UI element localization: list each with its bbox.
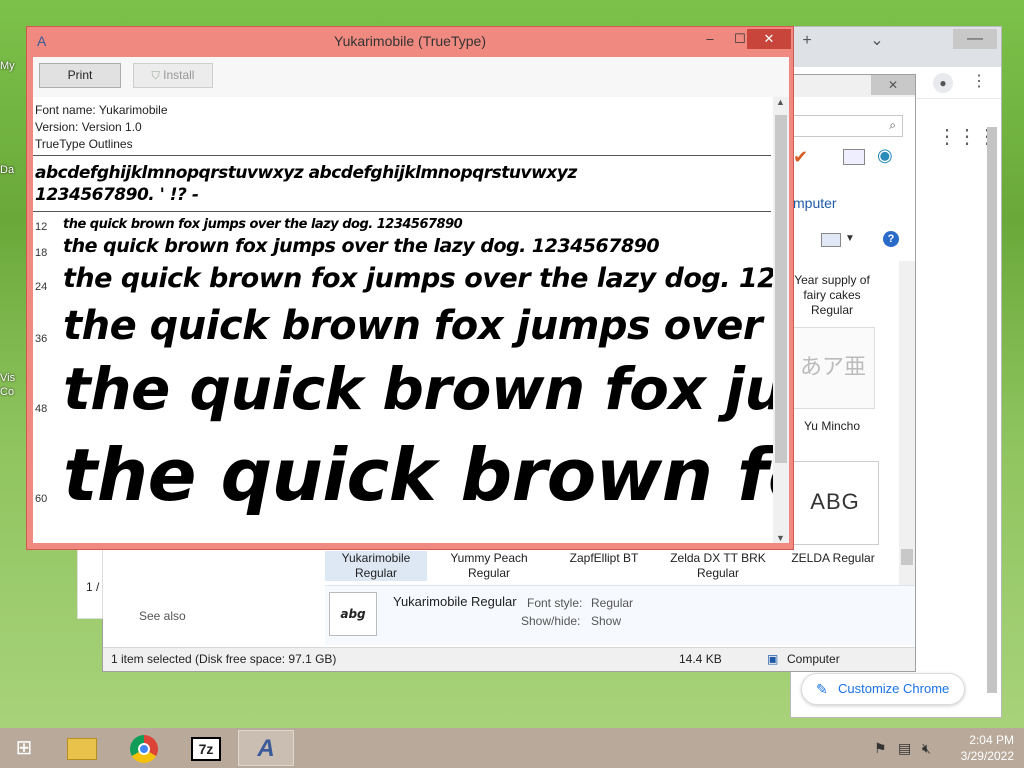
status-size: 14.4 KB [679,652,722,666]
font-style-label: Font style: [527,596,583,610]
font-viewer-window: A Yukarimobile (TrueType) – ☐ ✕ Print ⛉ … [26,26,794,550]
font-viewer-scrollbar[interactable]: ▲ ▼ [773,97,789,543]
action-center-flag-icon[interactable]: ⚑ [874,740,887,757]
selected-font-name: Yukarimobile Regular [393,594,517,609]
show-hide-value: Show [591,614,622,628]
sample-text: the quick brown fox jumps over the lazy … [63,217,463,232]
nav-pane-fragment: 1 / [77,547,103,619]
desktop-icon-label[interactable]: Da [0,164,14,176]
font-viewer-title: Yukarimobile (TrueType) [334,33,486,49]
desktop-icon-label[interactable]: Vis [0,372,15,384]
font-style-value: Regular [591,596,634,610]
scroll-down-icon[interactable]: ▼ [776,533,785,543]
font-preview-area: Font name: Yukarimobile Version: Version… [33,97,789,543]
menu-icon[interactable]: ⋮ [971,71,987,91]
sample-text: the quick brown fox jumps over the lazy … [63,263,789,294]
taskbar: ⊞ 7z A ⚑ ▤ 🔇︎ 2:04 PM 3/29/2022 [0,728,1024,768]
divider [33,155,771,156]
scroll-thumb[interactable] [775,115,787,463]
status-selection: 1 item selected (Disk free space: 97.1 G… [111,652,337,666]
nav-partial-text: 1 / [86,580,100,594]
clock-date: 3/29/2022 [960,749,1014,763]
explorer-close-button[interactable]: ✕ [871,75,915,95]
customize-chrome-button[interactable]: ✎ Customize Chrome [801,673,965,705]
7zip-icon[interactable]: 7z [178,730,234,766]
checkmark-icon[interactable]: ✔ [793,147,808,168]
font-item-label[interactable]: Zelda DX TT BRK Regular [661,551,775,581]
desktop-icon-label[interactable]: Co [0,386,14,398]
customize-chrome-label: Customize Chrome [838,681,950,696]
font-item-label[interactable]: ZELDA Regular [777,551,889,566]
view-options-icon[interactable] [821,233,841,247]
font-item-label[interactable]: Year supply of fairy cakes Regular [789,273,875,318]
size-label: 18 [35,247,48,259]
font-preview-thumbnail[interactable]: あア亜 [791,327,875,409]
install-label: Install [163,68,195,82]
chrome-icon[interactable] [116,730,172,766]
close-button[interactable]: ✕ [747,29,791,49]
shield-icon: ⛉ [151,70,160,82]
explorer-search-input[interactable]: ⌕ [793,115,903,137]
digits-sample: 1234567890. ' !? - [35,185,199,205]
size-label: 60 [35,493,48,505]
font-outline-info: TrueType Outlines [35,137,133,151]
alphabet-sample: abcdefghijklmnopqrstuvwxyz abcdefghijklm… [35,163,577,183]
details-pane: abg Yukarimobile Regular Font style: Reg… [325,585,915,645]
scroll-thumb[interactable] [901,549,913,565]
desktop-icon-label[interactable]: My [0,60,15,72]
sample-text: the quick brown fox jumps over t [63,303,789,349]
clock-time: 2:04 PM [969,733,1014,747]
size-label: 12 [35,221,48,233]
font-item-label[interactable]: Yukarimobile Regular [325,551,427,581]
font-name-info: Font name: Yukarimobile [35,103,168,117]
file-explorer-icon[interactable] [54,730,110,766]
font-version-info: Version: Version 1.0 [35,120,142,134]
install-button[interactable]: ⛉ Install [133,63,213,88]
selected-font-thumbnail: abg [329,592,377,636]
explorer-vertical-scrollbar[interactable] [899,261,915,585]
minimize-button[interactable]: – [695,29,725,49]
windows-start-icon[interactable]: ⊞ [0,730,48,766]
explorer-statusbar: 1 item selected (Disk free space: 97.1 G… [103,647,915,671]
chrome-scrollbar[interactable] [987,127,997,693]
chrome-tabbar: + ⌄ — [791,27,1001,67]
tab-list-button[interactable]: ⌄ [861,31,893,51]
size-label: 24 [35,281,48,293]
font-preview-thumbnail[interactable]: ABG [791,461,879,545]
sample-text: the quick brown fox jumps over the lazy … [63,235,660,257]
new-tab-button[interactable]: + [791,31,823,51]
font-item-label[interactable]: Yu Mincho [789,419,875,434]
font-item-label[interactable]: ZapfEllipt BT [549,551,659,566]
font-viewer-taskbar-icon[interactable]: A [238,730,294,766]
computer-icon: ▣ [767,652,779,666]
size-label: 48 [35,403,48,415]
chevron-down-icon[interactable]: ▼ [845,233,855,244]
chrome-minimize-button[interactable]: — [953,29,997,49]
profile-icon[interactable]: ● [933,73,953,93]
see-also-label: See also [139,609,186,623]
status-location: Computer [787,652,840,666]
scroll-up-icon[interactable]: ▲ [776,97,785,107]
size-label: 36 [35,333,48,345]
clock[interactable]: 2:04 PM 3/29/2022 [961,732,1014,764]
help-icon[interactable]: ? [883,231,899,247]
breadcrumb-computer[interactable]: mputer [793,195,837,211]
divider [33,211,771,212]
pencil-icon: ✎ [816,681,828,697]
print-button[interactable]: Print [39,63,121,88]
preview-pane-icon[interactable] [843,149,865,165]
volume-muted-icon[interactable]: 🔇︎ [922,740,931,757]
sample-text: the quick brown fox jump [63,355,789,423]
search-icon: ⌕ [889,118,896,132]
shell-icon[interactable]: ◉ [877,145,893,166]
show-hide-label: Show/hide: [521,614,581,628]
network-icon[interactable]: ▤ [898,740,911,757]
sample-text: the quick brown fox [63,433,789,517]
font-item-label[interactable]: Yummy Peach Regular [429,551,549,581]
